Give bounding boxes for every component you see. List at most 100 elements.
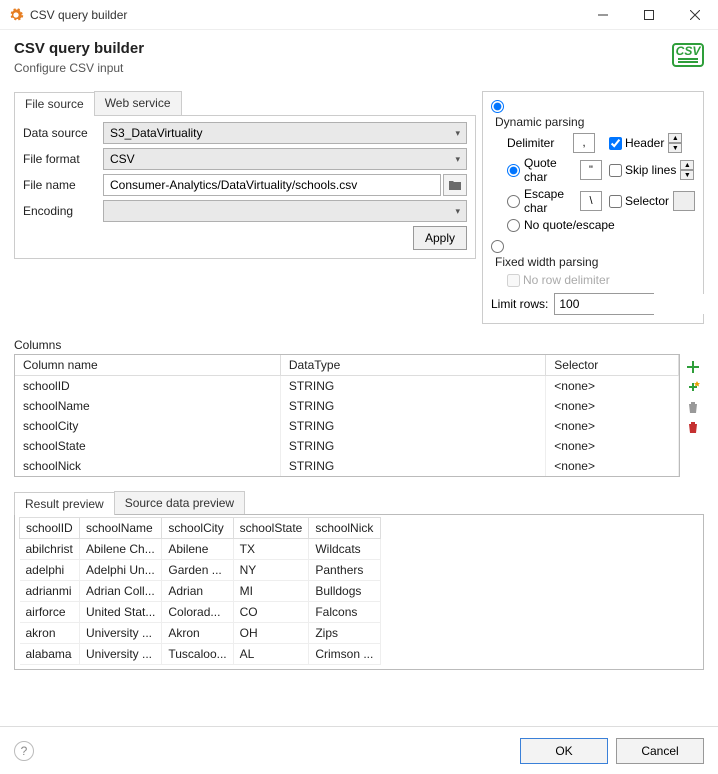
table-row[interactable]: abilchristAbilene Ch...AbileneTXWildcats [20,539,381,560]
preview-cell: CO [233,602,309,623]
cell-name: schoolID [15,376,280,397]
header-spinner[interactable]: ▲▼ [668,133,682,153]
preview-cell: MI [233,581,309,602]
radio-quote-char[interactable] [507,164,520,177]
add-auto-column-button[interactable] [684,378,702,396]
label-no-row-delim: No row delimiter [523,273,610,287]
preview-tabs: Result preview Source data preview [14,491,704,514]
col-header-name[interactable]: Column name [15,355,280,376]
file-format-select[interactable]: CSV▾ [103,148,467,170]
cell-name: schoolName [15,396,280,416]
columns-table[interactable]: Column name DataType Selector schoolIDST… [14,354,680,477]
label-fixed-width: Fixed width parsing [495,255,695,269]
label-selector: Selector [625,194,669,208]
cell-name: schoolState [15,436,280,456]
radio-fixed-width[interactable] [491,240,504,253]
preview-cell: Bulldogs [309,581,381,602]
table-row[interactable]: adrianmiAdrian Coll...AdrianMIBulldogs [20,581,381,602]
page-subtitle: Configure CSV input [14,61,672,75]
preview-cell: Zips [309,623,381,644]
add-column-button[interactable] [684,358,702,376]
preview-header[interactable]: schoolID [20,518,80,539]
preview-header[interactable]: schoolCity [162,518,233,539]
cancel-button[interactable]: Cancel [616,738,704,764]
source-tabs: File source Web service [14,91,476,115]
columns-section-label: Columns [14,338,704,352]
table-row[interactable]: schoolIDSTRING<none> [15,376,679,397]
plus-star-icon [686,380,700,394]
data-source-select[interactable]: S3_DataVirtuality▾ [103,122,467,144]
radio-escape-char[interactable] [507,195,520,208]
help-button[interactable]: ? [14,741,34,761]
close-button[interactable] [672,0,718,30]
skip-lines-checkbox[interactable] [609,164,622,177]
table-row[interactable]: schoolCitySTRING<none> [15,416,679,436]
minimize-button[interactable] [580,0,626,30]
preview-cell: airforce [20,602,80,623]
page-title: CSV query builder [14,40,672,57]
quote-char-input[interactable] [580,160,602,180]
preview-cell: United Stat... [80,602,162,623]
table-row[interactable]: akronUniversity ...AkronOHZips [20,623,381,644]
selector-checkbox[interactable] [609,195,622,208]
no-row-delim-checkbox [507,274,520,287]
tab-file-source[interactable]: File source [14,92,95,116]
preview-cell: Adrian [162,581,233,602]
ok-button[interactable]: OK [520,738,608,764]
cell-type: STRING [280,416,545,436]
dialog-header: CSV query builder Configure CSV input CS… [0,30,718,83]
cell-type: STRING [280,436,545,456]
gear-icon [8,7,24,23]
limit-rows-input[interactable] [555,294,718,314]
col-header-selector[interactable]: Selector [546,355,679,376]
preview-table[interactable]: schoolIDschoolNameschoolCityschoolStates… [14,514,704,670]
preview-cell: adelphi [20,560,80,581]
skip-lines-checkbox-wrap[interactable]: Skip lines [609,163,676,177]
preview-cell: abilchrist [20,539,80,560]
encoding-select[interactable]: ▾ [103,200,467,222]
table-row[interactable]: schoolNameSTRING<none> [15,396,679,416]
table-row[interactable]: airforceUnited Stat...Colorad...COFalcon… [20,602,381,623]
trash-gray-icon [686,400,700,414]
table-row[interactable]: schoolNickSTRING<none> [15,456,679,476]
tab-result-preview[interactable]: Result preview [14,492,115,515]
delimiter-input[interactable] [573,133,595,153]
label-data-source: Data source [23,126,103,140]
label-delimiter: Delimiter [507,136,573,150]
preview-header[interactable]: schoolNick [309,518,381,539]
apply-button[interactable]: Apply [413,226,467,250]
tab-web-service[interactable]: Web service [94,91,182,115]
skip-lines-spinner[interactable]: ▲▼ [680,160,694,180]
label-limit-rows: Limit rows: [491,297,548,311]
preview-cell: Wildcats [309,539,381,560]
delete-column-button[interactable] [684,398,702,416]
preview-cell: Colorad... [162,602,233,623]
browse-button[interactable] [443,174,467,196]
tab-source-preview[interactable]: Source data preview [114,491,245,514]
table-row[interactable]: alabamaUniversity ...Tuscaloo...ALCrimso… [20,644,381,665]
table-row[interactable]: schoolStateSTRING<none> [15,436,679,456]
preview-cell: TX [233,539,309,560]
escape-char-input[interactable] [580,191,602,211]
preview-cell: Tuscaloo... [162,644,233,665]
radio-dynamic-parsing[interactable] [491,100,504,113]
preview-cell: NY [233,560,309,581]
limit-rows-input-wrap: ▲▼ [554,293,654,315]
radio-no-quote[interactable] [507,219,520,232]
header-checkbox-wrap[interactable]: Header [609,136,664,150]
preview-header[interactable]: schoolName [80,518,162,539]
table-row[interactable]: adelphiAdelphi Un...Garden ...NYPanthers [20,560,381,581]
selector-checkbox-wrap[interactable]: Selector [609,194,669,208]
help-icon: ? [21,744,28,758]
cell-selector: <none> [546,436,679,456]
maximize-button[interactable] [626,0,672,30]
file-name-input[interactable] [110,178,434,192]
header-checkbox[interactable] [609,137,622,150]
label-file-name: File name [23,178,103,192]
col-header-type[interactable]: DataType [280,355,545,376]
cell-selector: <none> [546,396,679,416]
delete-all-columns-button[interactable] [684,418,702,436]
preview-header[interactable]: schoolState [233,518,309,539]
preview-cell: Garden ... [162,560,233,581]
label-no-quote: No quote/escape [524,218,615,232]
